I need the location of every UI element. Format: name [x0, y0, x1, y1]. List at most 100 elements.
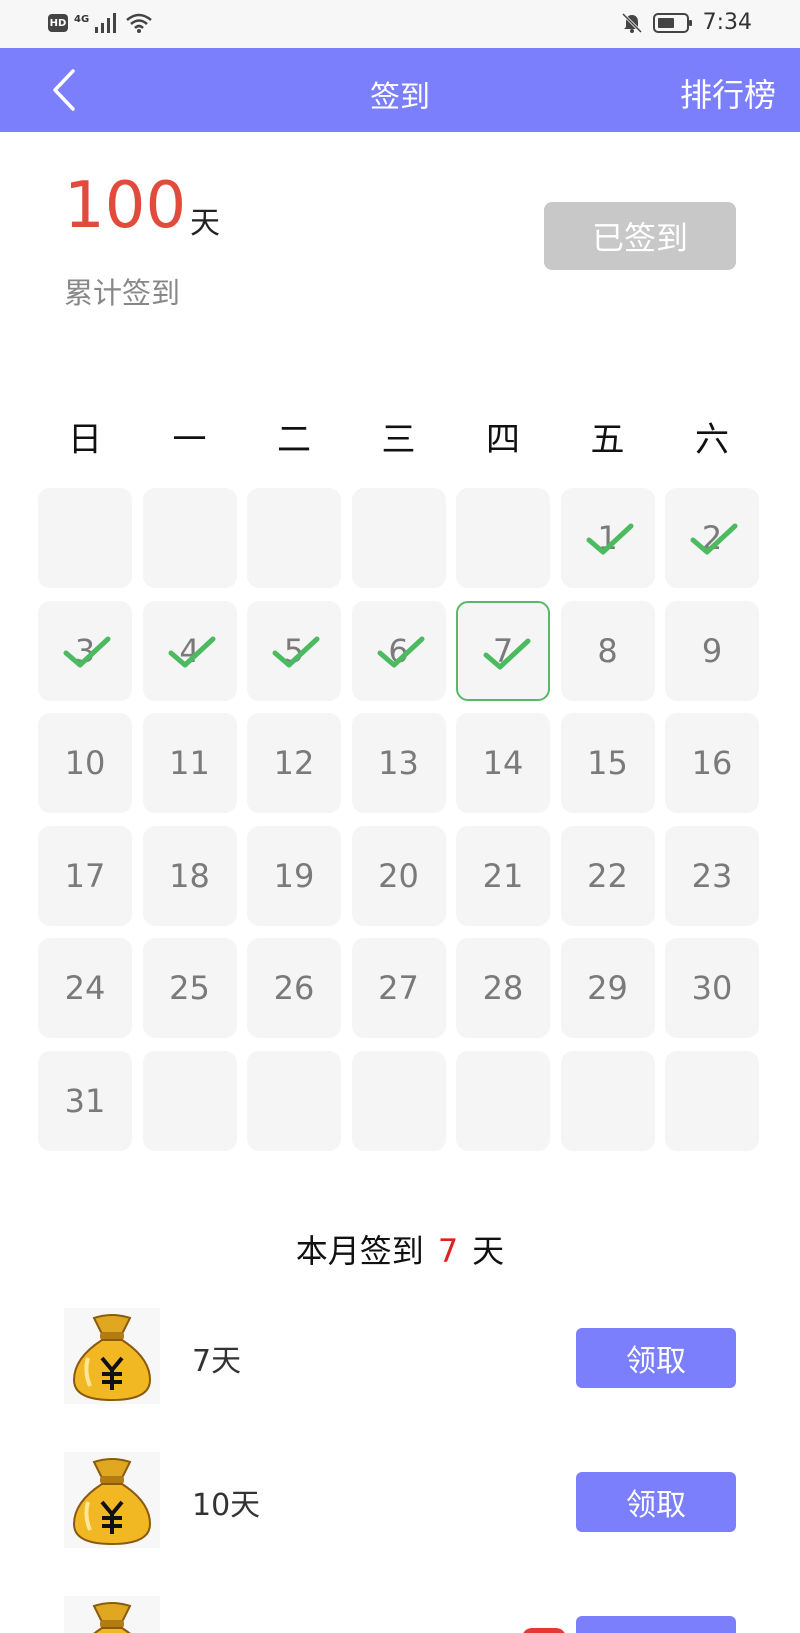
calendar-day[interactable]: 28 [456, 938, 550, 1038]
checkmark-icon [377, 636, 424, 667]
calendar-day[interactable]: 12 [247, 713, 341, 813]
calendar-day-number: 15 [587, 744, 628, 782]
calendar-day[interactable]: 9 [665, 600, 759, 701]
calendar-empty-cell [142, 1050, 237, 1151]
battery-icon [652, 12, 692, 33]
calendar-empty-cell [560, 1050, 655, 1151]
calendar-day[interactable]: 10 [38, 713, 132, 813]
calendar-day[interactable]: 3 [38, 600, 132, 701]
calendar-day-number: 30 [691, 969, 733, 1007]
reward-label: 7天 [192, 1344, 242, 1379]
claim-button[interactable]: 领取 [576, 1472, 736, 1532]
signed-in-button[interactable]: 已签到 [544, 202, 736, 270]
calendar-day-number: 18 [169, 856, 210, 895]
calendar-day[interactable]: 8 [560, 600, 655, 701]
claim-button[interactable]: 领取 [576, 1328, 736, 1388]
weekday-label: 二 [277, 420, 311, 460]
calendar-day[interactable]: 26 [247, 938, 341, 1038]
calendar-day-number: 8 [597, 631, 618, 670]
calendar-day-number: 26 [273, 969, 315, 1007]
calendar-day[interactable]: 11 [142, 713, 237, 813]
status-left: HD 4G [48, 12, 153, 34]
calendar-day[interactable]: 25 [142, 938, 237, 1038]
calendar-empty-cell [456, 1050, 550, 1151]
calendar-day-number: 19 [273, 856, 315, 895]
calendar-day-number: 10 [64, 744, 106, 782]
reward-label: 10天 [192, 1488, 261, 1523]
calendar-day[interactable]: 4 [142, 600, 237, 701]
checkmark-icon [690, 523, 738, 555]
calendar-empty-cell [142, 488, 237, 588]
calendar-day[interactable]: 14 [456, 713, 550, 813]
calendar-day[interactable]: 17 [38, 825, 132, 926]
calendar-day-number: 14 [482, 744, 524, 782]
reward-row: 领取 [0, 1596, 800, 1633]
total-days-unit: 天 [190, 206, 220, 241]
calendar-day-number: 27 [378, 969, 419, 1007]
monthly-prefix: 本月签到 [295, 1232, 424, 1270]
calendar-day-number: 29 [587, 969, 628, 1007]
calendar-day[interactable]: 31 [38, 1050, 132, 1151]
calendar-day-number: 13 [378, 744, 419, 782]
checkmark-icon [168, 636, 215, 667]
calendar-day[interactable]: 6 [351, 600, 446, 701]
calendar-day[interactable]: 7 [456, 600, 550, 701]
calendar-day[interactable]: 19 [247, 825, 341, 926]
money-bag-icon [64, 1452, 160, 1548]
total-days-label: 累计签到 [64, 276, 181, 310]
monthly-suffix: 天 [472, 1232, 505, 1270]
leaderboard-button[interactable]: 排行榜 [680, 70, 776, 116]
checkmark-icon [586, 523, 633, 555]
calendar-empty-cell [38, 488, 132, 588]
reward-row: 10天 领取 [0, 1452, 800, 1552]
calendar-day[interactable]: 5 [247, 600, 341, 701]
reward-row: 7天 领取 [0, 1308, 800, 1408]
calendar-day[interactable]: 13 [351, 713, 446, 813]
calendar-day[interactable]: 21 [456, 825, 550, 926]
calendar-day-number: 17 [64, 856, 106, 895]
calendar-day[interactable]: 27 [351, 938, 446, 1038]
hd-badge: HD [48, 14, 68, 32]
calendar-day-number: 21 [482, 856, 524, 895]
money-bag-icon [64, 1308, 160, 1404]
nav-bar: 签到 排行榜 [0, 48, 800, 132]
calendar-day-number: 25 [169, 969, 210, 1007]
status-bar: HD 4G 7:34 [0, 0, 800, 48]
calendar-empty-cell [665, 1050, 759, 1151]
weekday-header: 日一二三四五六 [38, 412, 762, 468]
calendar-day[interactable]: 2 [665, 488, 759, 588]
calendar-day[interactable]: 16 [665, 713, 759, 813]
bell-muted-icon [621, 12, 642, 33]
weekday-label: 六 [695, 420, 729, 460]
checkmark-icon [483, 638, 531, 669]
wifi-icon [126, 13, 152, 33]
network-label: 4G [74, 13, 90, 25]
calendar-day[interactable]: 1 [560, 488, 655, 588]
monthly-count: 7 [437, 1232, 459, 1270]
calendar-day-number: 20 [378, 856, 419, 895]
calendar-day[interactable]: 23 [665, 825, 759, 926]
calendar-day-number: 28 [482, 969, 524, 1007]
calendar-day[interactable]: 15 [560, 713, 655, 813]
weekday-label: 五 [590, 420, 625, 460]
calendar-empty-cell [247, 488, 341, 588]
monthly-summary: 本月签到 7 天 [0, 1226, 800, 1272]
calendar-day[interactable]: 20 [351, 825, 446, 926]
claim-button[interactable]: 领取 [576, 1616, 736, 1633]
weekday-label: 四 [486, 420, 520, 460]
calendar-empty-cell [351, 488, 446, 588]
calendar-day[interactable]: 22 [560, 825, 655, 926]
checkmark-icon [272, 636, 320, 667]
calendar-day[interactable]: 29 [560, 938, 655, 1038]
calendar-day[interactable]: 30 [665, 938, 759, 1038]
calendar-day-number: 22 [587, 856, 628, 895]
calendar-day-number: 9 [701, 631, 723, 670]
calendar-day[interactable]: 24 [38, 938, 132, 1038]
calendar-empty-cell [247, 1050, 341, 1151]
weekday-label: 日 [68, 420, 102, 460]
notification-badge [522, 1628, 566, 1633]
weekday-label: 三 [381, 420, 416, 460]
calendar-day-number: 16 [691, 744, 733, 782]
calendar-empty-cell [456, 488, 550, 588]
calendar-day[interactable]: 18 [142, 825, 237, 926]
